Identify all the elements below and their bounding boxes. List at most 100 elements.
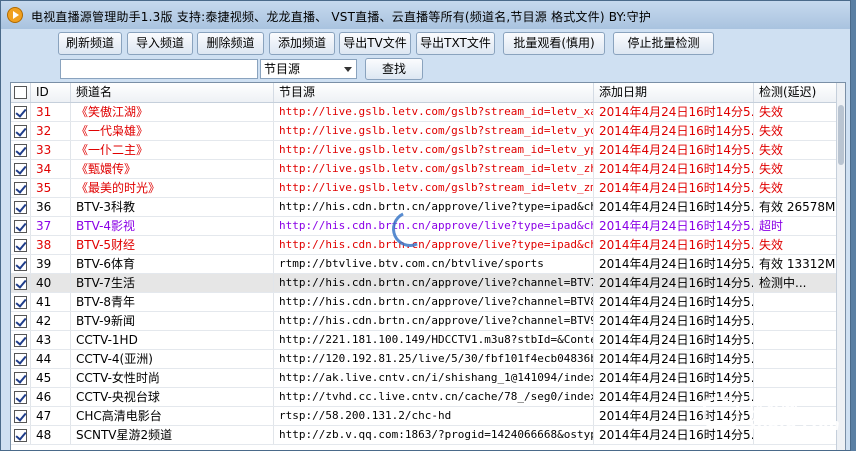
cell-channel-name: 《笑傲江湖》: [71, 103, 274, 121]
table-row[interactable]: 33 《一仆二主》 http://live.gslb.letv.com/gslb?s…: [11, 141, 837, 160]
cell-date: 2014年4月24日16时14分5…: [594, 312, 754, 330]
add-channel-button[interactable]: 添加频道: [269, 32, 335, 55]
row-checkbox[interactable]: [14, 372, 27, 385]
cell-id: 32: [31, 122, 71, 140]
cell-id: 35: [31, 179, 71, 197]
cell-channel-name: CCTV-央视台球: [71, 388, 274, 406]
export-tv-button[interactable]: 导出TV文件: [339, 32, 411, 55]
row-checkbox-cell: [11, 198, 31, 216]
row-checkbox[interactable]: [14, 182, 27, 195]
title-bar[interactable]: 电视直播源管理助手1.3版 支持:泰捷视频、龙龙直播、 VST直播、云直播等所有…: [1, 1, 850, 29]
cell-id: 44: [31, 350, 71, 368]
table-row[interactable]: 43 CCTV-1HD http://221.181.100.149/HDCCTV1…: [11, 331, 837, 350]
cell-date: 2014年4月24日16时14分5…: [594, 198, 754, 216]
refresh-channels-button[interactable]: 刷新频道: [58, 32, 122, 55]
search-button[interactable]: 查找: [365, 58, 423, 80]
header-date[interactable]: 添加日期: [594, 83, 754, 102]
scrollbar-thumb[interactable]: [838, 105, 844, 165]
cell-id: 33: [31, 141, 71, 159]
row-checkbox[interactable]: [14, 258, 27, 271]
header-id[interactable]: ID: [31, 83, 71, 102]
table-row[interactable]: 32 《一代枭雄》 http://live.gslb.letv.com/gslb?s…: [11, 122, 837, 141]
row-checkbox[interactable]: [14, 353, 27, 366]
table-row[interactable]: 36 BTV-3科教 http://his.cdn.brtn.cn/approve/…: [11, 198, 837, 217]
table-row[interactable]: 39 BTV-6体育 rtmp://btvlive.btv.com.cn/btvli…: [11, 255, 837, 274]
stop-batch-check-button[interactable]: 停止批量检测: [613, 32, 714, 55]
table-row[interactable]: 35 《最美的时光》 http://live.gslb.letv.com/gslb?…: [11, 179, 837, 198]
table-row[interactable]: 41 BTV-8青年 http://his.cdn.brtn.cn/approve/…: [11, 293, 837, 312]
cell-check: 失效: [754, 160, 837, 178]
table-row[interactable]: 31 《笑傲江湖》 http://live.gslb.letv.com/gslb?s…: [11, 103, 837, 122]
cell-channel-name: 《最美的时光》: [71, 179, 274, 197]
cell-source: rtmp://btvlive.btv.com.cn/btvlive/sports: [274, 255, 594, 273]
row-checkbox[interactable]: [14, 106, 27, 119]
watermark: 沙发网 Shafa.com: [701, 385, 850, 445]
batch-watch-button[interactable]: 批量观看(慎用): [503, 32, 605, 55]
table-row[interactable]: 34 《甄嬛传》 http://live.gslb.letv.com/gslb?st…: [11, 160, 837, 179]
cell-channel-name: BTV-8青年: [71, 293, 274, 311]
app-icon: [7, 7, 23, 23]
export-txt-button[interactable]: 导出TXT文件: [416, 32, 495, 55]
toolbar: 刷新频道 导入频道 删除频道 添加频道 导出TV文件 导出TXT文件 批量观看(…: [1, 29, 850, 59]
header-check[interactable]: 检测(延迟): [754, 83, 837, 102]
cell-source: http://ak.live.cntv.cn/i/shishang_1@1410…: [274, 369, 594, 387]
row-checkbox[interactable]: [14, 315, 27, 328]
app-window: 电视直播源管理助手1.3版 支持:泰捷视频、龙龙直播、 VST直播、云直播等所有…: [0, 0, 851, 451]
search-bar: 节目源 查找: [1, 58, 850, 82]
select-all-checkbox[interactable]: [14, 86, 27, 99]
cell-date: 2014年4月24日16时14分5…: [594, 122, 754, 140]
cell-date: 2014年4月24日16时14分5…: [594, 217, 754, 235]
row-checkbox[interactable]: [14, 334, 27, 347]
row-checkbox[interactable]: [14, 144, 27, 157]
row-checkbox[interactable]: [14, 239, 27, 252]
table-row[interactable]: 40 BTV-7生活 http://his.cdn.brtn.cn/approve/…: [11, 274, 837, 293]
cell-check: 失效: [754, 141, 837, 159]
row-checkbox[interactable]: [14, 391, 27, 404]
cell-source: http://live.gslb.letv.com/gslb?stream_id…: [274, 141, 594, 159]
cell-date: 2014年4月24日16时14分5…: [594, 293, 754, 311]
row-checkbox[interactable]: [14, 296, 27, 309]
cell-date: 2014年4月24日16时14分5…: [594, 103, 754, 121]
import-channels-button[interactable]: 导入频道: [127, 32, 193, 55]
header-source[interactable]: 节目源: [274, 83, 594, 102]
cell-channel-name: CHC高清电影台: [71, 407, 274, 425]
row-checkbox-cell: [11, 122, 31, 140]
cell-source: http://zb.v.qq.com:1863/?progid=14240666…: [274, 426, 594, 444]
cell-id: 46: [31, 388, 71, 406]
search-field-select[interactable]: 节目源: [260, 59, 357, 79]
row-checkbox-cell: [11, 160, 31, 178]
table-header: ID 频道名 节目源 添加日期 检测(延迟): [11, 83, 837, 103]
cell-source: http://120.192.81.25/live/5/30/fbf101f4e…: [274, 350, 594, 368]
row-checkbox[interactable]: [14, 201, 27, 214]
cell-source: http://live.gslb.letv.com/gslb?stream_id…: [274, 103, 594, 121]
search-input[interactable]: [60, 59, 258, 79]
cell-check: 失效: [754, 236, 837, 254]
header-channel-name[interactable]: 频道名: [71, 83, 274, 102]
cell-channel-name: CCTV-4(亚洲): [71, 350, 274, 368]
row-checkbox[interactable]: [14, 163, 27, 176]
cell-source: http://live.gslb.letv.com/gslb?stream_id…: [274, 122, 594, 140]
cell-check: 失效: [754, 122, 837, 140]
cell-date: 2014年4月24日16时14分5…: [594, 160, 754, 178]
row-checkbox[interactable]: [14, 410, 27, 423]
row-checkbox[interactable]: [14, 277, 27, 290]
table-row[interactable]: 44 CCTV-4(亚洲) http://120.192.81.25/live/5/…: [11, 350, 837, 369]
cell-id: 45: [31, 369, 71, 387]
row-checkbox-cell: [11, 407, 31, 425]
row-checkbox-cell: [11, 331, 31, 349]
row-checkbox[interactable]: [14, 429, 27, 442]
cell-channel-name: SCNTV星游2频道: [71, 426, 274, 444]
cell-check: 失效: [754, 103, 837, 121]
cell-date: 2014年4月24日16时14分5…: [594, 179, 754, 197]
cell-source: http://his.cdn.brtn.cn/approve/live?chan…: [274, 312, 594, 330]
cell-id: 47: [31, 407, 71, 425]
cell-id: 39: [31, 255, 71, 273]
cell-check: [754, 312, 837, 330]
delete-channels-button[interactable]: 删除频道: [197, 32, 264, 55]
row-checkbox[interactable]: [14, 125, 27, 138]
watermark-logo-icon: [703, 397, 739, 427]
table-row[interactable]: 42 BTV-9新闻 http://his.cdn.brtn.cn/approve/…: [11, 312, 837, 331]
row-checkbox[interactable]: [14, 220, 27, 233]
window-title: 电视直播源管理助手1.3版 支持:泰捷视频、龙龙直播、 VST直播、云直播等所有…: [31, 10, 652, 24]
row-checkbox-cell: [11, 293, 31, 311]
